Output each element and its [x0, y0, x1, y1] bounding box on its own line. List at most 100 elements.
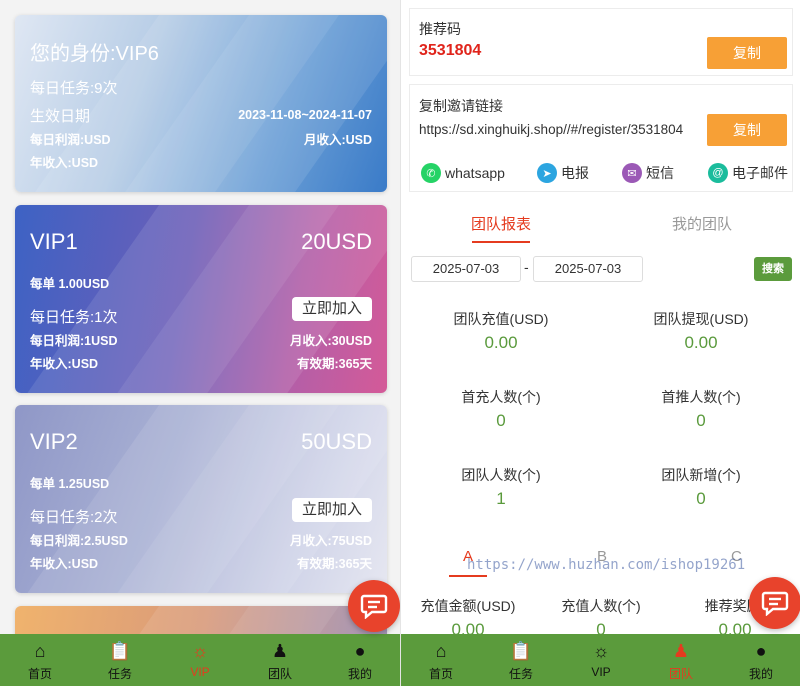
daily-tasks: 每日任务:1次: [30, 309, 118, 326]
date-to-input[interactable]: 2025-07-03: [533, 256, 643, 282]
join-button[interactable]: 立即加入: [291, 297, 372, 321]
share-sms[interactable]: ✉ 短信: [622, 163, 674, 183]
nav-label: VIP: [190, 665, 210, 679]
share-label: 电报: [561, 165, 589, 181]
annual-income: 年收入:USD: [30, 357, 99, 371]
referral-label: 推荐码: [419, 21, 461, 37]
telegram-icon: ➤: [537, 163, 557, 183]
identity-label: 您的身份:VIP6: [30, 43, 159, 65]
stat-label: 首推人数(个): [661, 389, 741, 405]
nav-label: 团队: [267, 667, 292, 681]
user-icon: ●: [354, 641, 366, 661]
current-membership-card: 您的身份:VIP6 每日任务:9次 生效日期 2023-11-08~2024-1…: [15, 15, 387, 192]
daily-profit: 每日利润:2.5USD: [30, 534, 128, 548]
effective-date-range: 2023-11-08~2024-11-07: [238, 108, 372, 122]
vip-screen: 您的身份:VIP6 每日任务:9次 生效日期 2023-11-08~2024-1…: [0, 0, 400, 686]
tab-team-report[interactable]: 团队报表: [441, 213, 561, 234]
share-label: whatsapp: [445, 165, 505, 181]
invite-label: 复制邀请链接: [419, 98, 503, 114]
nav-label: 任务: [508, 667, 533, 681]
daily-profit: 每日利润:1USD: [30, 334, 118, 348]
vip-level-card: VIP1 20USD 每单 1.00USD 每日任务:1次 立即加入 每日利润:…: [15, 205, 387, 393]
daily-profit: 每日利润:USD: [30, 133, 111, 147]
stat-label: 团队充值(USD): [453, 311, 549, 327]
stat-team-new: 团队新增(个) 0: [601, 465, 800, 509]
copy-link-button[interactable]: 复制: [707, 114, 787, 146]
copy-code-button[interactable]: 复制: [707, 37, 787, 69]
clipboard-icon: 📋: [108, 641, 132, 661]
stat-value: 0.00: [684, 333, 718, 352]
validity: 有效期:365天: [296, 557, 372, 571]
stat-label: 团队人数(个): [461, 467, 541, 483]
nav-team[interactable]: ♟ 团队: [641, 634, 721, 686]
bottom-nav: ⌂ 首页 📋 任务 ☼ VIP ♟ 团队 ● 我的: [0, 634, 400, 686]
level-price: 20USD: [301, 229, 372, 254]
team-icon: ♟: [271, 641, 289, 661]
level-tab-underline: [449, 575, 487, 577]
nav-label: 我的: [347, 667, 372, 681]
share-whatsapp[interactable]: ✆ whatsapp: [421, 163, 505, 183]
share-email[interactable]: @ 电子邮件: [708, 163, 788, 183]
nav-mine[interactable]: ● 我的: [320, 634, 400, 686]
stat-label: 首充人数(个): [461, 389, 541, 405]
nav-label: 团队: [668, 667, 693, 681]
effective-date-label: 生效日期: [30, 108, 91, 125]
vip-icon: ☼: [592, 641, 610, 661]
nav-mine[interactable]: ● 我的: [721, 634, 800, 686]
level-name: VIP1: [30, 229, 78, 254]
validity: 有效期:365天: [296, 357, 372, 371]
daily-tasks: 每日任务:9次: [30, 80, 118, 97]
nav-home[interactable]: ⌂ 首页: [401, 634, 481, 686]
per-order: 每单 1.25USD: [30, 477, 110, 491]
daily-tasks: 每日任务:2次: [30, 509, 118, 526]
level-price: 50USD: [301, 429, 372, 454]
watermark-text: https://www.huzhan.com/ishop19261: [467, 557, 746, 573]
chat-bubble-icon: [761, 591, 789, 616]
team-icon: ♟: [672, 641, 690, 661]
nav-label: 任务: [107, 667, 132, 681]
nav-home[interactable]: ⌂ 首页: [0, 634, 80, 686]
nav-vip[interactable]: ☼ VIP: [160, 634, 240, 686]
stat-value: 0.00: [484, 333, 518, 352]
monthly-income: 月收入:USD: [303, 133, 372, 147]
date-separator: -: [524, 259, 529, 275]
stat-team-size: 团队人数(个) 1: [401, 465, 601, 509]
share-label: 电子邮件: [732, 165, 788, 181]
vip-level-card: VIP2 50USD 每单 1.25USD 每日任务:2次 立即加入 每日利润:…: [15, 405, 387, 593]
customer-service-button[interactable]: [348, 580, 400, 632]
share-label: 短信: [646, 165, 674, 181]
join-button[interactable]: 立即加入: [291, 498, 372, 522]
whatsapp-icon: ✆: [421, 163, 441, 183]
stat-first-referral: 首推人数(个) 0: [601, 387, 800, 431]
search-button[interactable]: 搜索: [754, 257, 792, 281]
chat-bubble-icon: [360, 594, 388, 619]
share-telegram[interactable]: ➤ 电报: [537, 163, 589, 183]
per-order: 每单 1.00USD: [30, 277, 110, 291]
email-icon: @: [708, 163, 728, 183]
nav-vip[interactable]: ☼ VIP: [561, 634, 641, 686]
team-screen: 推荐码 3531804 复制 复制邀请链接 https://sd.xinghui…: [400, 0, 800, 686]
home-icon: ⌂: [435, 641, 447, 661]
referral-code: 3531804: [419, 42, 482, 59]
stat-label: 团队提现(USD): [653, 311, 749, 327]
nav-label: VIP: [591, 665, 611, 679]
clipboard-icon: 📋: [509, 641, 533, 661]
stat-value: 0: [696, 489, 706, 508]
referral-code-box: 推荐码 3531804 复制: [409, 8, 793, 76]
active-tab-underline: [472, 241, 530, 243]
stat-team-withdraw: 团队提现(USD) 0.00: [601, 309, 800, 353]
stat-label: 团队新增(个): [661, 467, 741, 483]
tab-my-team[interactable]: 我的团队: [642, 213, 762, 234]
bottom-nav: ⌂ 首页 📋 任务 ☼ VIP ♟ 团队 ● 我的: [401, 634, 800, 686]
invite-link-box: 复制邀请链接 https://sd.xinghuikj.shop//#/regi…: [409, 84, 793, 192]
level-name: VIP2: [30, 429, 78, 454]
nav-tasks[interactable]: 📋 任务: [80, 634, 160, 686]
nav-team[interactable]: ♟ 团队: [240, 634, 320, 686]
nav-label: 首页: [27, 667, 52, 681]
date-from-input[interactable]: 2025-07-03: [411, 256, 521, 282]
nav-tasks[interactable]: 📋 任务: [481, 634, 561, 686]
stat-value: 0: [496, 411, 506, 430]
customer-service-button[interactable]: [749, 577, 800, 629]
invite-link: https://sd.xinghuikj.shop//#/register/35…: [419, 122, 684, 137]
monthly-income: 月收入:75USD: [290, 534, 372, 548]
